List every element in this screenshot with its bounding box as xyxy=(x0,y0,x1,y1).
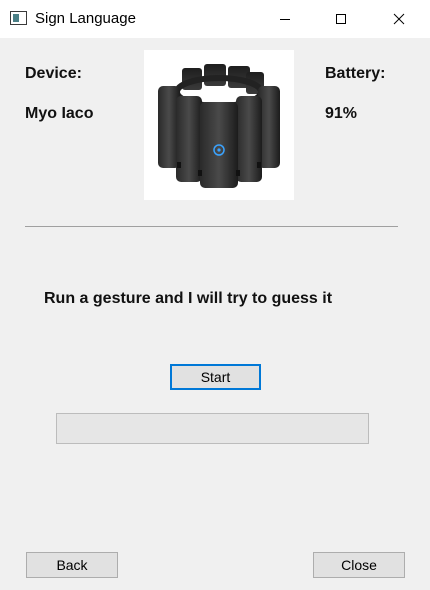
myo-armband-image xyxy=(144,50,294,200)
close-window-button[interactable] xyxy=(376,0,422,38)
minimize-icon xyxy=(280,19,290,20)
minimize-button[interactable] xyxy=(262,0,308,38)
back-button[interactable]: Back xyxy=(26,552,118,578)
window-title: Sign Language xyxy=(35,10,136,27)
app-window-icon xyxy=(10,11,27,25)
device-label: Device: xyxy=(25,65,82,82)
battery-label: Battery: xyxy=(325,65,386,82)
close-button[interactable]: Close xyxy=(313,552,405,578)
app-window: Sign Language Device: Myo Iaco Battery: … xyxy=(0,0,430,590)
maximize-icon xyxy=(336,14,346,24)
progress-bar xyxy=(56,413,369,444)
start-button[interactable]: Start xyxy=(170,364,261,390)
maximize-button[interactable] xyxy=(318,0,364,38)
instruction-text: Run a gesture and I will try to guess it xyxy=(44,290,333,307)
battery-level: 91% xyxy=(325,105,358,122)
device-name: Myo Iaco xyxy=(25,105,94,122)
title-bar[interactable]: Sign Language xyxy=(0,0,430,38)
divider xyxy=(25,226,398,227)
close-icon xyxy=(393,13,405,25)
